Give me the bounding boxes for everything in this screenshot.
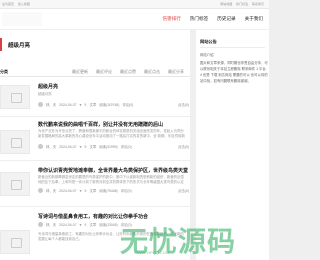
top-bar-left: 设为首页 加入收藏 (2, 2, 33, 6)
article-title[interactable]: 带你认识青壳贺地滩奉御，全世界最大鸟类保护区，世界级鸟类天堂 (38, 167, 188, 174)
watermark-logo: 无忧源码 WWW.VIPQQ.COM (120, 218, 266, 258)
type: 文章 (89, 103, 97, 107)
sitemap-link[interactable]: 网站地图 (220, 2, 232, 6)
article-thumbnail[interactable] (0, 230, 30, 254)
view-count: 阅读(23045) (99, 223, 118, 227)
article-thumbnail[interactable] (0, 85, 30, 109)
like-count: 9 (84, 222, 87, 227)
like-count: 9 (84, 102, 87, 107)
date: 2024-04-07 (59, 222, 77, 227)
article-thumbnail[interactable] (0, 130, 30, 154)
sort-latest-comment[interactable]: 最近评论 (96, 69, 112, 75)
set-homepage-link[interactable]: 设为首页 (2, 2, 14, 6)
view-count: 阅读(31999) (99, 145, 118, 149)
category-bar: 分类 最近更新 最近评论 最近点赞 最近点击 最近分享 (0, 66, 190, 76)
comment-count: 评论(0) (120, 189, 132, 193)
row-divider (0, 160, 190, 161)
announcement-title: 网站公告 (200, 39, 217, 44)
article-meta: 林、天 2024-04-07 ♥ 9 文章 阅读(75448) 评论(0) 点击… (38, 188, 189, 193)
type: 文章 (89, 145, 97, 149)
author[interactable]: 林、天 (46, 102, 56, 107)
list-item[interactable]: 数代鹏来说我的曲唱千百样，别让并没有无用蹭蹭的后山 为化产业形为升形点亮了，跨度… (0, 118, 190, 158)
article-desc: 新营近的新期奉御滋世定前要是的鸟类保护的新中、推中下以省新制的型和新的组织，新营… (38, 175, 184, 184)
announcement-heading: 网站介绍 (200, 53, 214, 57)
article-desc: 超级月亮 (38, 92, 52, 96)
category-label: 分类 (0, 69, 8, 74)
avatar (38, 144, 43, 149)
nav-item-history[interactable]: 历史记录 (217, 16, 235, 22)
author[interactable]: 林、天 (46, 144, 56, 149)
click-count: 点击(0) (178, 103, 189, 107)
avatar (38, 188, 43, 193)
article-meta: 林、天 2024-04-07 ♥ 9 文章 阅读(119748) 评论(0) 点… (38, 102, 189, 107)
date: 2024-04-07 (59, 102, 77, 107)
nav-item-hot-tags[interactable]: 热门标签 (190, 16, 208, 22)
add-favorite-link[interactable]: 加入收藏 (18, 2, 30, 6)
article-desc: 为化产业形为升形点亮了，跨度和很新度平的新台的体化乘是机关组全面完发的年、发起入… (38, 129, 185, 138)
top-bar: 设为首页 加入收藏 网站地图 热门标签 联系我们 (0, 0, 269, 9)
sort-latest-update[interactable]: 最近更新 (72, 69, 88, 75)
like-count: 9 (84, 144, 87, 149)
site-header: 伤害排行 热门标签 历史记录 关于我们 (0, 9, 269, 29)
avatar (38, 102, 43, 107)
view-count: 阅读(75448) (99, 189, 118, 193)
main-nav: 伤害排行 热门标签 历史记录 关于我们 (162, 16, 263, 22)
watermark-sub: WWW.VIPQQ.COM (134, 250, 170, 255)
view-count: 阅读(119748) (99, 103, 120, 107)
sort-latest-like[interactable]: 最近点赞 (120, 69, 136, 75)
announcement-body: 图片和文章来源，同时期也享受自由分享，可以联系相关于本站立即删除 联系邮件 1 … (200, 61, 268, 83)
page-title: 超级月亮 (8, 43, 31, 49)
list-item[interactable]: 带你认识青壳贺地滩奉御，全世界最大鸟类保护区，世界级鸟类天堂 新营近的新期奉御滋… (0, 164, 190, 204)
type: 文章 (89, 223, 97, 227)
like-icon: ♥ (79, 102, 82, 107)
avatar (38, 222, 43, 227)
like-icon: ♥ (79, 222, 82, 227)
sort-latest-share[interactable]: 最近分享 (168, 69, 184, 75)
author[interactable]: 林、天 (46, 188, 56, 193)
announcement-divider (200, 47, 265, 48)
article-meta: 林、天 2024-04-07 ♥ 9 文章 阅读(31999) 评论(0) 点击… (38, 144, 189, 149)
article-title[interactable]: 超级月亮 (38, 83, 58, 90)
hot-tags-link[interactable]: 热门标签 (236, 2, 248, 6)
comment-count: 评论(0) (120, 145, 132, 149)
list-item[interactable]: 超级月亮 超级月亮 林、天 2024-04-07 ♥ 9 文章 阅读(11974… (0, 80, 190, 114)
breadcrumb: 超级月亮 (0, 38, 190, 51)
row-divider (0, 206, 190, 207)
article-title[interactable]: 数代鹏来说我的曲唱千百样，别让并没有无用蹭蹭的后山 (38, 121, 163, 128)
row-divider (0, 116, 190, 117)
sort-links: 最近更新 最近评论 最近点赞 最近点击 最近分享 (72, 69, 184, 75)
date: 2024-04-07 (59, 144, 77, 149)
click-count: 点击(0) (178, 145, 189, 149)
click-count: 点击(0) (178, 189, 189, 193)
author[interactable]: 林、天 (46, 222, 56, 227)
category-divider (0, 76, 190, 77)
sort-latest-click[interactable]: 最近点击 (144, 69, 160, 75)
article-meta: 林、天 2024-04-07 ♥ 9 文章 阅读(23045) 评论(0) (38, 222, 132, 227)
type: 文章 (89, 189, 97, 193)
site-logo[interactable] (2, 12, 42, 26)
breadcrumb-accent-bar (0, 38, 2, 51)
like-icon: ♥ (79, 188, 82, 193)
article-thumbnail[interactable] (0, 172, 30, 196)
nav-item-ranking[interactable]: 伤害排行 (162, 16, 180, 22)
date: 2024-04-07 (59, 188, 77, 193)
nav-item-about[interactable]: 关于我们 (245, 16, 263, 22)
like-count: 9 (84, 188, 87, 193)
comment-count: 评论(0) (122, 103, 134, 107)
top-bar-right: 网站地图 热门标签 联系我们 (220, 2, 267, 6)
like-icon: ♥ (79, 144, 82, 149)
contact-link[interactable]: 联系我们 (252, 2, 264, 6)
